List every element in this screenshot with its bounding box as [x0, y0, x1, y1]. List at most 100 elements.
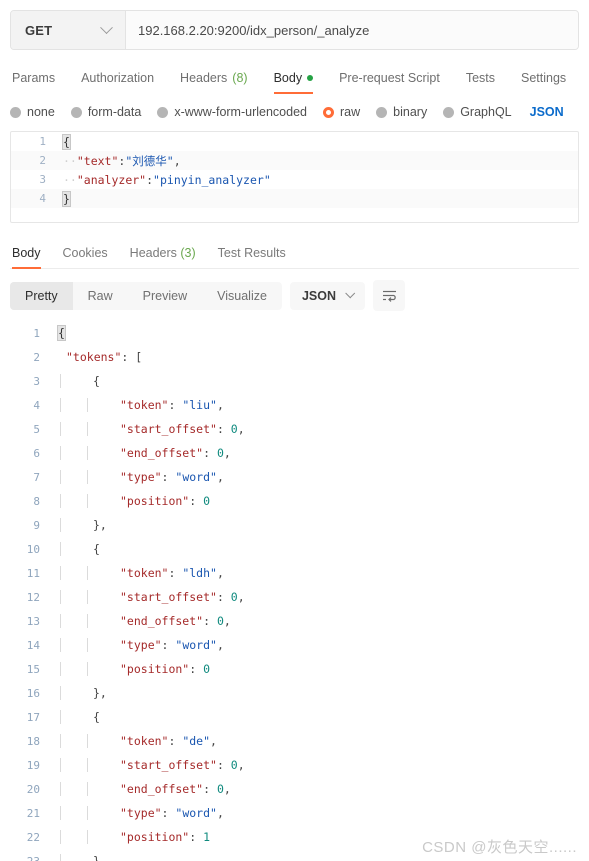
response-tab-label: Cookies: [62, 246, 108, 260]
request-tab-tests[interactable]: Tests: [453, 71, 508, 94]
request-tab-headers[interactable]: Headers (8): [167, 71, 261, 94]
code-token: "type": [120, 806, 162, 820]
code-line: 1{: [0, 321, 589, 345]
code-token: :: [203, 614, 217, 628]
code-token: 0: [230, 758, 238, 772]
request-tab-pre-request-script[interactable]: Pre-request Script: [326, 71, 453, 94]
response-tab-count: (3): [176, 246, 196, 260]
line-number: 6: [33, 446, 40, 460]
word-wrap-icon: [382, 290, 396, 302]
code-token: ,: [223, 446, 231, 460]
body-type-graphql[interactable]: GraphQL: [443, 105, 512, 119]
code-token: "刘德华": [125, 153, 174, 168]
code-token: ,: [223, 614, 231, 628]
request-tab-authorization[interactable]: Authorization: [68, 71, 167, 94]
request-tab-settings[interactable]: Settings: [508, 71, 579, 94]
code-line: 14 "type": "word",: [0, 633, 589, 657]
response-tab-label: Body: [12, 246, 41, 260]
body-type-options: none form-data x-www-form-urlencoded raw bin…: [10, 105, 579, 119]
indent-guide: [52, 470, 60, 484]
code-text: "type": "word",: [114, 638, 224, 652]
code-token: ,: [237, 758, 245, 772]
line-number: 19: [26, 758, 40, 772]
request-url-input[interactable]: 192.168.2.20:9200/idx_person/_analyze: [126, 11, 578, 49]
response-view-visualize[interactable]: Visualize: [202, 282, 282, 310]
indent-guide: [52, 686, 60, 700]
code-token: {: [93, 542, 100, 556]
code-token: "token": [120, 566, 169, 580]
line-number: 13: [26, 614, 40, 628]
code-token: :: [161, 806, 176, 820]
body-type-form-data[interactable]: form-data: [70, 105, 141, 119]
indent-guide: [87, 422, 114, 436]
line-number: 10: [26, 542, 40, 556]
line-number: 16: [26, 686, 40, 700]
radio-icon: [443, 106, 455, 118]
code-text: "start_offset": 0,: [114, 590, 245, 604]
request-tab-body[interactable]: Body: [261, 71, 327, 94]
code-line: 4 "token": "liu",: [0, 393, 589, 417]
indent-guide: [52, 614, 60, 628]
code-token: "end_offset": [120, 782, 204, 796]
code-token: ,: [173, 153, 181, 168]
code-text: },: [87, 686, 107, 700]
code-text: {: [87, 542, 100, 556]
indent-guide: [52, 398, 60, 412]
response-view-mode-group: Pretty Raw Preview Visualize: [10, 281, 282, 310]
code-text: "position": 0: [114, 494, 210, 508]
code-line: 5 "start_offset": 0,: [0, 417, 589, 441]
response-tab-test-results[interactable]: Test Results: [207, 246, 297, 268]
indent-guide: [52, 518, 60, 532]
indent-guide: [87, 566, 114, 580]
code-token: "position": [120, 494, 190, 508]
indent-guide: [60, 614, 87, 628]
body-type-x-www-form-urlencoded[interactable]: x-www-form-urlencoded: [157, 105, 307, 119]
request-body-editor[interactable]: 1{2 ··"text":"刘德华", 3 ··"analyzer":"pinyin_…: [10, 131, 579, 223]
indent-guide: [87, 782, 114, 796]
body-type-label: raw: [340, 105, 361, 119]
body-type-none[interactable]: none: [10, 105, 55, 119]
response-view-preview[interactable]: Preview: [128, 282, 202, 310]
code-token: 0: [216, 614, 224, 628]
code-text: "end_offset": 0,: [114, 446, 231, 460]
response-tab-body[interactable]: Body: [10, 246, 52, 269]
response-view-pretty[interactable]: Pretty: [10, 281, 73, 310]
response-body-viewer[interactable]: 1{2 "tokens": [3{4 "token": "liu", 5 "start_…: [0, 321, 589, 861]
radio-icon: [376, 106, 388, 118]
indent-guide: [60, 806, 87, 820]
code-token: 0: [230, 590, 238, 604]
response-tab-label: Test Results: [217, 246, 286, 260]
code-token: :: [203, 446, 217, 460]
line-number: 3: [39, 173, 46, 186]
indent-guide: [52, 566, 60, 580]
code-token: "token": [120, 734, 169, 748]
code-text: },: [87, 518, 107, 532]
code-token: ,: [216, 566, 224, 580]
code-token: "liu": [182, 398, 217, 412]
line-number: 21: [26, 806, 40, 820]
code-token: "token": [120, 398, 169, 412]
code-token: 0: [230, 422, 238, 436]
word-wrap-toggle[interactable]: [373, 280, 405, 311]
response-tab-cookies[interactable]: Cookies: [52, 246, 119, 268]
code-text: {: [87, 374, 100, 388]
code-token: "start_offset": [120, 422, 217, 436]
code-line: 13 "end_offset": 0,: [0, 609, 589, 633]
response-view-raw[interactable]: Raw: [73, 282, 128, 310]
code-token: {: [93, 710, 100, 724]
indent-guide: [87, 590, 114, 604]
code-token: :: [203, 782, 217, 796]
response-tabs: Body Cookies Headers (3) Test Results: [10, 241, 579, 269]
body-type-binary[interactable]: binary: [376, 105, 427, 119]
response-tab-headers[interactable]: Headers (3): [119, 246, 207, 268]
http-method-label: GET: [25, 22, 53, 38]
line-number: 1: [33, 326, 40, 340]
response-format-select[interactable]: JSON: [289, 281, 365, 310]
request-tab-params[interactable]: Params: [10, 71, 68, 94]
response-tab-label: Headers: [129, 246, 177, 260]
code-token: "type": [120, 470, 162, 484]
http-method-select[interactable]: GET: [11, 11, 126, 49]
raw-format-select[interactable]: JSON: [530, 105, 564, 119]
indent-guide: [52, 710, 60, 724]
body-type-raw[interactable]: raw: [323, 105, 360, 119]
